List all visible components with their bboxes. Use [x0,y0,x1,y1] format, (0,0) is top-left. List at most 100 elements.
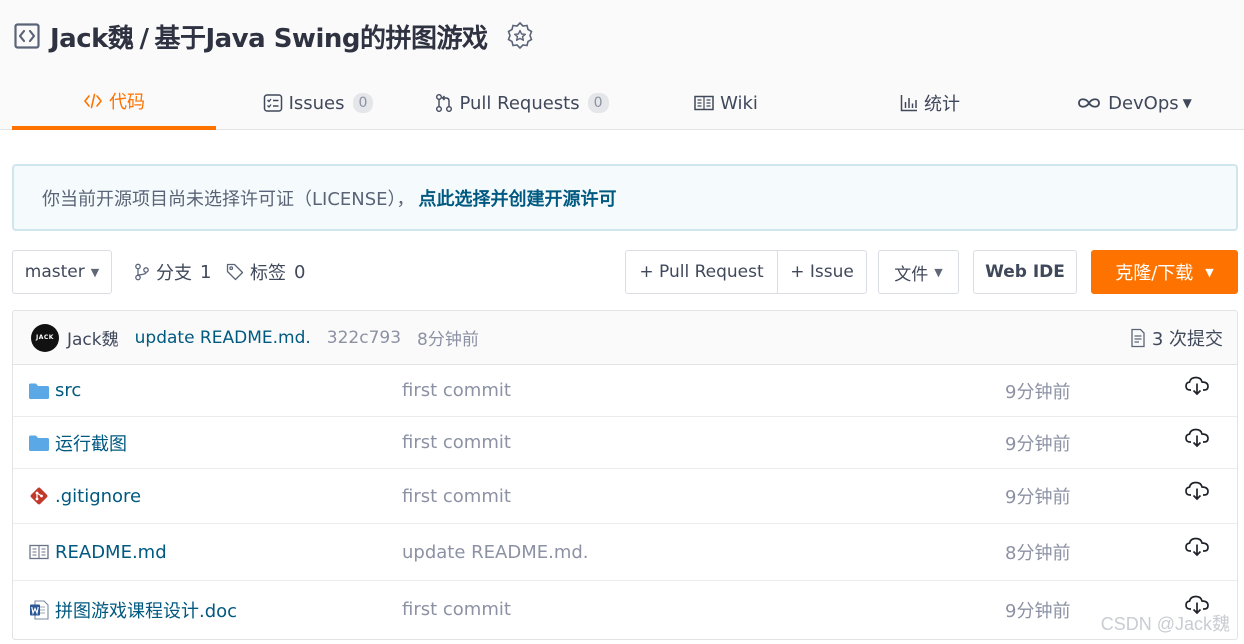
infinity-icon [1078,98,1100,108]
file-name-link[interactable]: README.md [29,524,167,580]
file-commit-message[interactable]: first commit [402,581,511,638]
tags-label: 标签 [250,263,286,284]
tag-icon [226,263,244,281]
pull-request-icon [436,94,453,112]
download-button[interactable] [1185,524,1209,580]
file-row: README.md update README.md. 8分钟前 [13,524,1237,581]
new-issue-button[interactable]: + Issue [777,251,866,293]
tab-statistics-label: 统计 [924,94,960,115]
create-license-link[interactable]: 点此选择并创建开源许可 [419,185,617,211]
tab-statistics[interactable]: 统计 [828,76,1032,130]
file-row: src first commit 9分钟前 [13,365,1237,417]
repo-title-row: Jack魏 / 基于Java Swing的拼图游戏 [14,16,535,56]
license-notice-text: 你当前开源项目尚未选择许可证（LICENSE）， [42,188,415,210]
folder-icon [29,383,49,399]
code-icon [83,93,103,109]
commit-hash-link[interactable]: 322c793 [327,328,401,348]
tab-pull-requests-label: Pull Requests [459,92,580,114]
chevron-down-icon: ▼ [934,265,943,279]
tab-devops[interactable]: DevOps ▼ [1032,76,1236,130]
tab-code[interactable]: 代码 [12,76,216,130]
bar-chart-icon [900,95,917,112]
file-name: 运行截图 [55,433,127,455]
branch-select-value: master [24,262,85,282]
file-commit-time: 9分钟前 [1005,381,1071,403]
tab-wiki[interactable]: Wiki [624,76,828,130]
branches-count: 1 [200,261,212,283]
clone-download-button[interactable]: 克隆/下载 ▼ [1091,250,1238,294]
file-name: src [55,380,82,401]
branches-link[interactable]: 分支 1 [134,250,211,294]
download-button[interactable] [1185,365,1209,416]
commit-count-link[interactable]: 3 次提交 [1130,311,1223,365]
cloud-download-icon [1185,376,1209,395]
document-icon [1131,328,1145,348]
file-name-link[interactable]: 拼图游戏课程设计.doc [29,581,237,638]
file-row: 拼图游戏课程设计.doc first commit 9分钟前 [13,581,1237,638]
tab-devops-label: DevOps [1108,92,1179,114]
chevron-down-icon: ▼ [1205,265,1214,279]
repo-toolbar: master ▼ 分支 1 标签 0 + Pull Request + Issu… [12,250,1238,294]
branch-select[interactable]: master ▼ [12,250,112,294]
latest-commit-row: JACK Jack魏 update README.md. 322c793 8分钟… [13,311,1237,365]
file-commit-message[interactable]: first commit [402,469,511,523]
branches-label: 分支 [156,263,192,284]
avatar[interactable]: JACK [31,323,59,352]
cloud-download-icon [1185,481,1209,501]
file-name: .gitignore [55,485,142,507]
file-list: JACK Jack魏 update README.md. 322c793 8分钟… [12,310,1238,640]
file-name-link[interactable]: 运行截图 [29,417,127,468]
folder-icon [29,435,49,451]
file-commit-message[interactable]: update README.md. [402,524,589,580]
word-document-icon [30,599,49,620]
csdn-watermark: CSDN @Jack魏 [1100,614,1230,634]
repo-title-separator: / [139,23,149,54]
commit-author[interactable]: Jack魏 [67,325,119,350]
file-menu-label: 文件 [894,264,929,285]
chevron-down-icon: ▼ [90,265,100,279]
tab-wiki-label: Wiki [720,92,758,114]
download-button[interactable] [1185,417,1209,468]
new-pull-request-button[interactable]: + Pull Request [626,251,777,293]
file-row: .gitignore first commit 9分钟前 [13,469,1237,524]
file-commit-message[interactable]: first commit [402,365,511,416]
pull-requests-count-badge: 0 [587,93,609,113]
book-icon [694,95,714,111]
commit-message-link[interactable]: update README.md. [135,328,311,348]
file-commit-time: 9分钟前 [1005,487,1071,508]
cloud-download-icon [1185,428,1209,447]
tags-count: 0 [294,261,306,283]
recommended-badge-icon[interactable] [505,21,535,51]
file-name-link[interactable]: .gitignore [29,469,141,523]
create-actions-group: + Pull Request + Issue [625,250,867,294]
issues-icon [263,94,282,112]
web-ide-button[interactable]: Web IDE [973,250,1077,294]
file-name: 拼图游戏课程设计.doc [55,600,238,622]
file-row: 运行截图 first commit 9分钟前 [13,417,1237,469]
tab-issues[interactable]: Issues 0 [216,76,420,130]
clone-download-label: 克隆/下载 [1115,263,1194,284]
book-icon [29,544,49,560]
commit-time: 8分钟前 [417,330,479,350]
git-icon [30,487,48,505]
file-name-link[interactable]: src [29,365,81,416]
commit-count-label: 3 次提交 [1151,329,1223,350]
cloud-download-icon [1185,537,1209,557]
repo-header: Jack魏 / 基于Java Swing的拼图游戏 代码 Issues 0 Pu… [0,0,1244,130]
file-commit-time: 9分钟前 [1005,600,1071,622]
file-name: README.md [55,541,167,563]
tags-link[interactable]: 标签 0 [226,250,305,294]
tab-issues-label: Issues [288,92,345,114]
chevron-down-icon: ▼ [1182,96,1192,110]
repo-owner-link[interactable]: Jack魏 [50,24,134,54]
download-button[interactable] [1185,469,1209,523]
file-commit-time: 9分钟前 [1005,433,1071,455]
branch-icon [135,263,149,281]
issues-count-badge: 0 [352,93,374,113]
file-menu-button[interactable]: 文件 ▼ [878,250,959,294]
tab-pull-requests[interactable]: Pull Requests 0 [420,76,624,130]
file-commit-message[interactable]: first commit [402,417,511,468]
repo-name-link[interactable]: 基于Java Swing的拼图游戏 [154,24,488,54]
file-commit-time: 8分钟前 [1005,543,1071,564]
license-notice: 你当前开源项目尚未选择许可证（LICENSE）， 点此选择并创建开源许可 [12,164,1238,231]
